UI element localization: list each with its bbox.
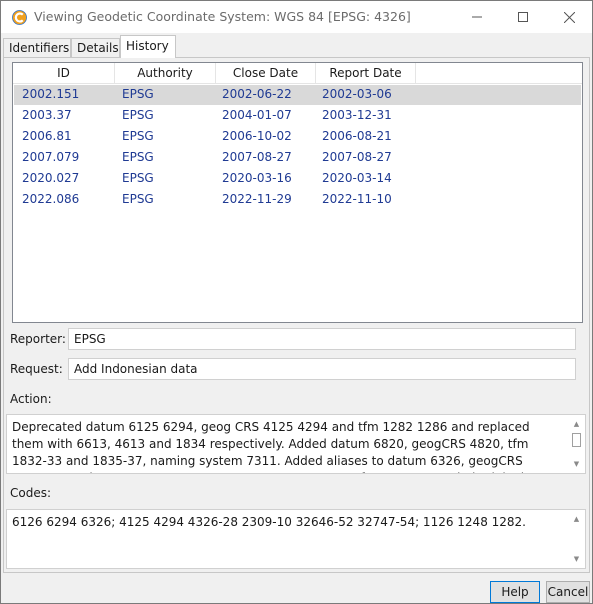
cell-close-date: 2002-06-22 bbox=[222, 87, 292, 101]
cell-authority: EPSG bbox=[122, 87, 154, 101]
request-field[interactable]: Add Indonesian data bbox=[68, 358, 576, 380]
cell-id: 2003.37 bbox=[22, 108, 72, 122]
column-header-report-date[interactable]: Report Date bbox=[316, 63, 416, 84]
close-button[interactable] bbox=[546, 1, 592, 33]
cell-authority: EPSG bbox=[122, 129, 154, 143]
table-row[interactable]: 2022.086 EPSG 2022-11-29 2022-11-10 bbox=[14, 190, 581, 210]
dialog-window: Viewing Geodetic Coordinate System: WGS … bbox=[0, 0, 593, 604]
history-panel: ID Authority Close Date Report Date 2002… bbox=[3, 57, 590, 573]
column-header-close-date[interactable]: Close Date bbox=[216, 63, 316, 84]
codes-text: 6126 6294 6326; 4125 4294 4326-28 2309-1… bbox=[12, 515, 526, 529]
cell-report-date: 2020-03-14 bbox=[322, 171, 392, 185]
reporter-field[interactable]: EPSG bbox=[68, 328, 576, 350]
title-bar: Viewing Geodetic Coordinate System: WGS … bbox=[1, 1, 592, 33]
cell-close-date: 2020-03-16 bbox=[222, 171, 292, 185]
scroll-down-icon[interactable]: ▼ bbox=[568, 457, 585, 471]
table-row[interactable]: 2003.37 EPSG 2004-01-07 2003-12-31 bbox=[14, 106, 581, 126]
close-icon bbox=[563, 11, 575, 23]
cell-authority: EPSG bbox=[122, 192, 154, 206]
cell-id: 2007.079 bbox=[22, 150, 80, 164]
cell-report-date: 2007-08-27 bbox=[322, 150, 392, 164]
codes-label: Codes: bbox=[10, 486, 52, 500]
minimize-button[interactable] bbox=[454, 1, 500, 33]
maximize-button[interactable] bbox=[500, 1, 546, 33]
cell-id: 2002.151 bbox=[22, 87, 80, 101]
codes-scrollbar[interactable]: ▲ ▼ bbox=[568, 510, 585, 568]
cell-report-date: 2002-03-06 bbox=[322, 87, 392, 101]
tab-history[interactable]: History bbox=[120, 35, 176, 58]
column-header-authority[interactable]: Authority bbox=[115, 63, 216, 84]
maximize-icon bbox=[518, 12, 528, 22]
cell-authority: EPSG bbox=[122, 150, 154, 164]
minimize-icon bbox=[472, 16, 482, 18]
cell-close-date: 2004-01-07 bbox=[222, 108, 292, 122]
request-label: Request: bbox=[10, 362, 63, 376]
scroll-up-icon[interactable]: ▲ bbox=[568, 417, 585, 431]
scroll-thumb[interactable] bbox=[572, 433, 581, 447]
cell-authority: EPSG bbox=[122, 171, 154, 185]
cell-id: 2006.81 bbox=[22, 129, 72, 143]
cell-report-date: 2006-08-21 bbox=[322, 129, 392, 143]
codes-textarea[interactable]: 6126 6294 6326; 4125 4294 4326-28 2309-1… bbox=[6, 509, 586, 569]
reporter-label: Reporter: bbox=[10, 332, 66, 346]
table-row[interactable]: 2002.151 EPSG 2002-06-22 2002-03-06 bbox=[14, 85, 581, 105]
cell-close-date: 2022-11-29 bbox=[222, 192, 292, 206]
cell-report-date: 2022-11-10 bbox=[322, 192, 392, 206]
action-scrollbar[interactable]: ▲ ▼ bbox=[568, 415, 585, 473]
column-header-id[interactable]: ID bbox=[13, 63, 115, 84]
table-row[interactable]: 2006.81 EPSG 2006-10-02 2006-08-21 bbox=[14, 127, 581, 147]
scroll-down-icon[interactable]: ▼ bbox=[568, 552, 585, 566]
cell-id: 2020.027 bbox=[22, 171, 80, 185]
cell-authority: EPSG bbox=[122, 108, 154, 122]
history-table[interactable]: ID Authority Close Date Report Date 2002… bbox=[12, 62, 583, 323]
scroll-up-icon[interactable]: ▲ bbox=[568, 512, 585, 526]
action-textarea[interactable]: Deprecated datum 6125 6294, geog CRS 412… bbox=[6, 414, 586, 474]
cell-close-date: 2007-08-27 bbox=[222, 150, 292, 164]
tab-details[interactable]: Details bbox=[71, 38, 120, 58]
tab-identifiers[interactable]: Identifiers bbox=[3, 38, 71, 58]
window-title: Viewing Geodetic Coordinate System: WGS … bbox=[34, 9, 411, 24]
cancel-button[interactable]: Cancel bbox=[546, 581, 590, 603]
cell-id: 2022.086 bbox=[22, 192, 80, 206]
action-text: Deprecated datum 6125 6294, geog CRS 412… bbox=[12, 420, 530, 473]
table-header: ID Authority Close Date Report Date bbox=[13, 63, 582, 84]
cell-close-date: 2006-10-02 bbox=[222, 129, 292, 143]
app-logo-icon bbox=[12, 10, 27, 25]
help-button[interactable]: Help bbox=[490, 581, 540, 603]
cell-report-date: 2003-12-31 bbox=[322, 108, 392, 122]
table-row[interactable]: 2020.027 EPSG 2020-03-16 2020-03-14 bbox=[14, 169, 581, 189]
action-label: Action: bbox=[10, 392, 52, 406]
table-row[interactable]: 2007.079 EPSG 2007-08-27 2007-08-27 bbox=[14, 148, 581, 168]
